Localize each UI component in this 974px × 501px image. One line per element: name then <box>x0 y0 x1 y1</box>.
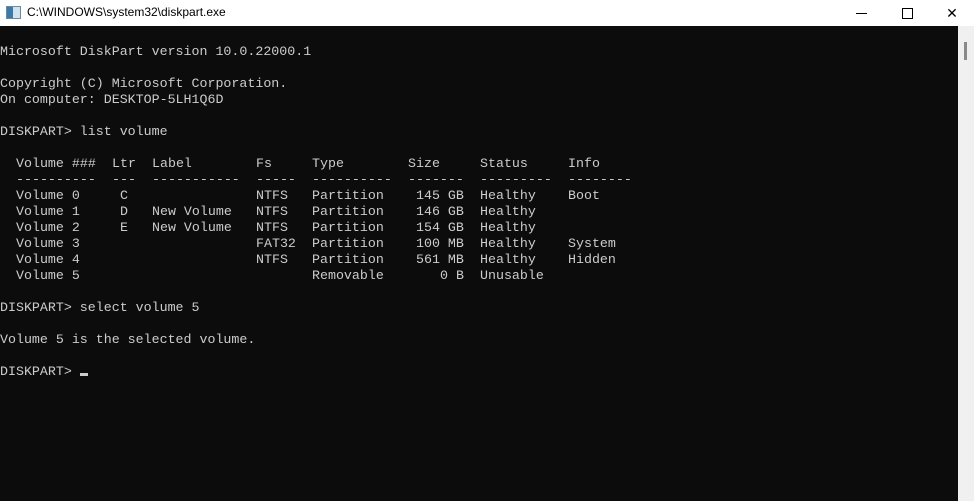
console-lines: Microsoft DiskPart version 10.0.22000.1 C… <box>0 44 632 380</box>
table-cell: System <box>568 236 616 251</box>
table-cell: --------- <box>480 172 552 187</box>
console-line: Volume 5 is the selected volume. <box>0 332 256 347</box>
window-title: C:\WINDOWS\system32\diskpart.exe <box>27 5 226 19</box>
table-cell: 154 GB <box>416 220 464 235</box>
table-cell: FAT32 <box>256 236 296 251</box>
table-cell: C <box>120 188 128 203</box>
table-cell: ------- <box>408 172 464 187</box>
table-cell: D <box>120 204 128 219</box>
table-cell: Info <box>568 156 600 171</box>
table-cell: 0 B <box>440 268 464 283</box>
minimize-icon <box>855 12 867 14</box>
console-line: DISKPART> list volume <box>0 124 168 139</box>
table-cell: Status <box>480 156 528 171</box>
table-cell: Fs <box>256 156 272 171</box>
table-cell: Label <box>152 156 192 171</box>
table-cell: Hidden <box>568 252 616 267</box>
table-cell: Partition <box>312 236 384 251</box>
table-cell: Removable <box>312 268 384 283</box>
table-row: Volume 3 FAT32 Partition 100 MB Healthy Syste… <box>0 236 616 252</box>
console-line: On computer: DESKTOP-5LH1Q6D <box>0 92 224 107</box>
console-line: DISKPART> select volume 5 <box>0 300 200 315</box>
table-cell: Volume 0 <box>16 188 80 203</box>
maximize-icon <box>901 7 913 19</box>
table-cell: Volume 2 <box>16 220 80 235</box>
table-cell: Ltr <box>112 156 136 171</box>
console-output[interactable]: Microsoft DiskPart version 10.0.22000.1 C… <box>0 26 958 501</box>
table-cell: Healthy <box>480 220 536 235</box>
table-cell: Type <box>312 156 344 171</box>
table-cell: E <box>120 220 128 235</box>
table-cell: 145 GB <box>416 188 464 203</box>
table-cell: New Volume <box>152 204 232 219</box>
table-cell: 561 MB <box>416 252 464 267</box>
maximize-button[interactable] <box>884 0 930 26</box>
table-cell: --- <box>112 172 136 187</box>
table-cell: NTFS <box>256 204 288 219</box>
console-line: Microsoft DiskPart version 10.0.22000.1 <box>0 44 312 59</box>
table-row: Volume 0 C NTFS Partition 145 GB Healthy Boot <box>0 188 600 204</box>
table-cell: NTFS <box>256 188 288 203</box>
table-cell: Partition <box>312 204 384 219</box>
table-cell: Healthy <box>480 188 536 203</box>
table-cell: Healthy <box>480 252 536 267</box>
table-cell: ----------- <box>152 172 240 187</box>
table-cell: Partition <box>312 252 384 267</box>
table-cell: ---------- <box>312 172 392 187</box>
console-line: Copyright (C) Microsoft Corporation. <box>0 76 288 91</box>
table-row: Volume 5 Removable 0 B Unusable <box>0 268 544 284</box>
table-cell: Volume 1 <box>16 204 80 219</box>
table-row: Volume 2 E New Volume NTFS Partition 154 GB He… <box>0 220 536 236</box>
table-cell: Boot <box>568 188 600 203</box>
prompt-text: DISKPART> <box>0 364 80 379</box>
table-row: Volume 1 D New Volume NTFS Partition 146 GB He… <box>0 204 536 220</box>
text-cursor <box>79 373 88 376</box>
table-cell: Volume 5 <box>16 268 80 283</box>
vertical-scrollbar[interactable] <box>958 26 974 501</box>
table-row: Volume 4 NTFS Partition 561 MB Healthy Hidden <box>0 252 616 268</box>
command-prompt[interactable]: DISKPART> <box>0 364 311 380</box>
table-header: Volume ### Ltr Label Fs Type Size Status Info <box>0 156 600 172</box>
table-cell: ----- <box>256 172 296 187</box>
table-cell: Healthy <box>480 204 536 219</box>
table-cell: New Volume <box>152 220 232 235</box>
table-cell: Volume ### <box>16 156 96 171</box>
table-cell: Healthy <box>480 236 536 251</box>
close-icon: ✕ <box>946 4 958 21</box>
table-cell: ---------- <box>16 172 96 187</box>
table-cell: NTFS <box>256 220 288 235</box>
table-cell: Partition <box>312 220 384 235</box>
table-cell: Volume 4 <box>16 252 80 267</box>
scrollbar-thumb[interactable] <box>964 42 967 60</box>
close-button[interactable]: ✕ <box>929 0 974 26</box>
table-cell: Unusable <box>480 268 544 283</box>
table-cell: NTFS <box>256 252 288 267</box>
table-cell: Partition <box>312 188 384 203</box>
table-cell: -------- <box>568 172 632 187</box>
table-cell: 146 GB <box>416 204 464 219</box>
table-cell: Volume 3 <box>16 236 80 251</box>
table-cell: 100 MB <box>416 236 464 251</box>
table-separator: ---------- --- ----------- ----- ---------- -… <box>0 172 632 188</box>
table-cell: Size <box>408 156 440 171</box>
title-bar[interactable]: C:\WINDOWS\system32\diskpart.exe ✕ <box>0 0 974 26</box>
minimize-button[interactable] <box>838 0 884 26</box>
console-app-icon <box>6 6 21 19</box>
